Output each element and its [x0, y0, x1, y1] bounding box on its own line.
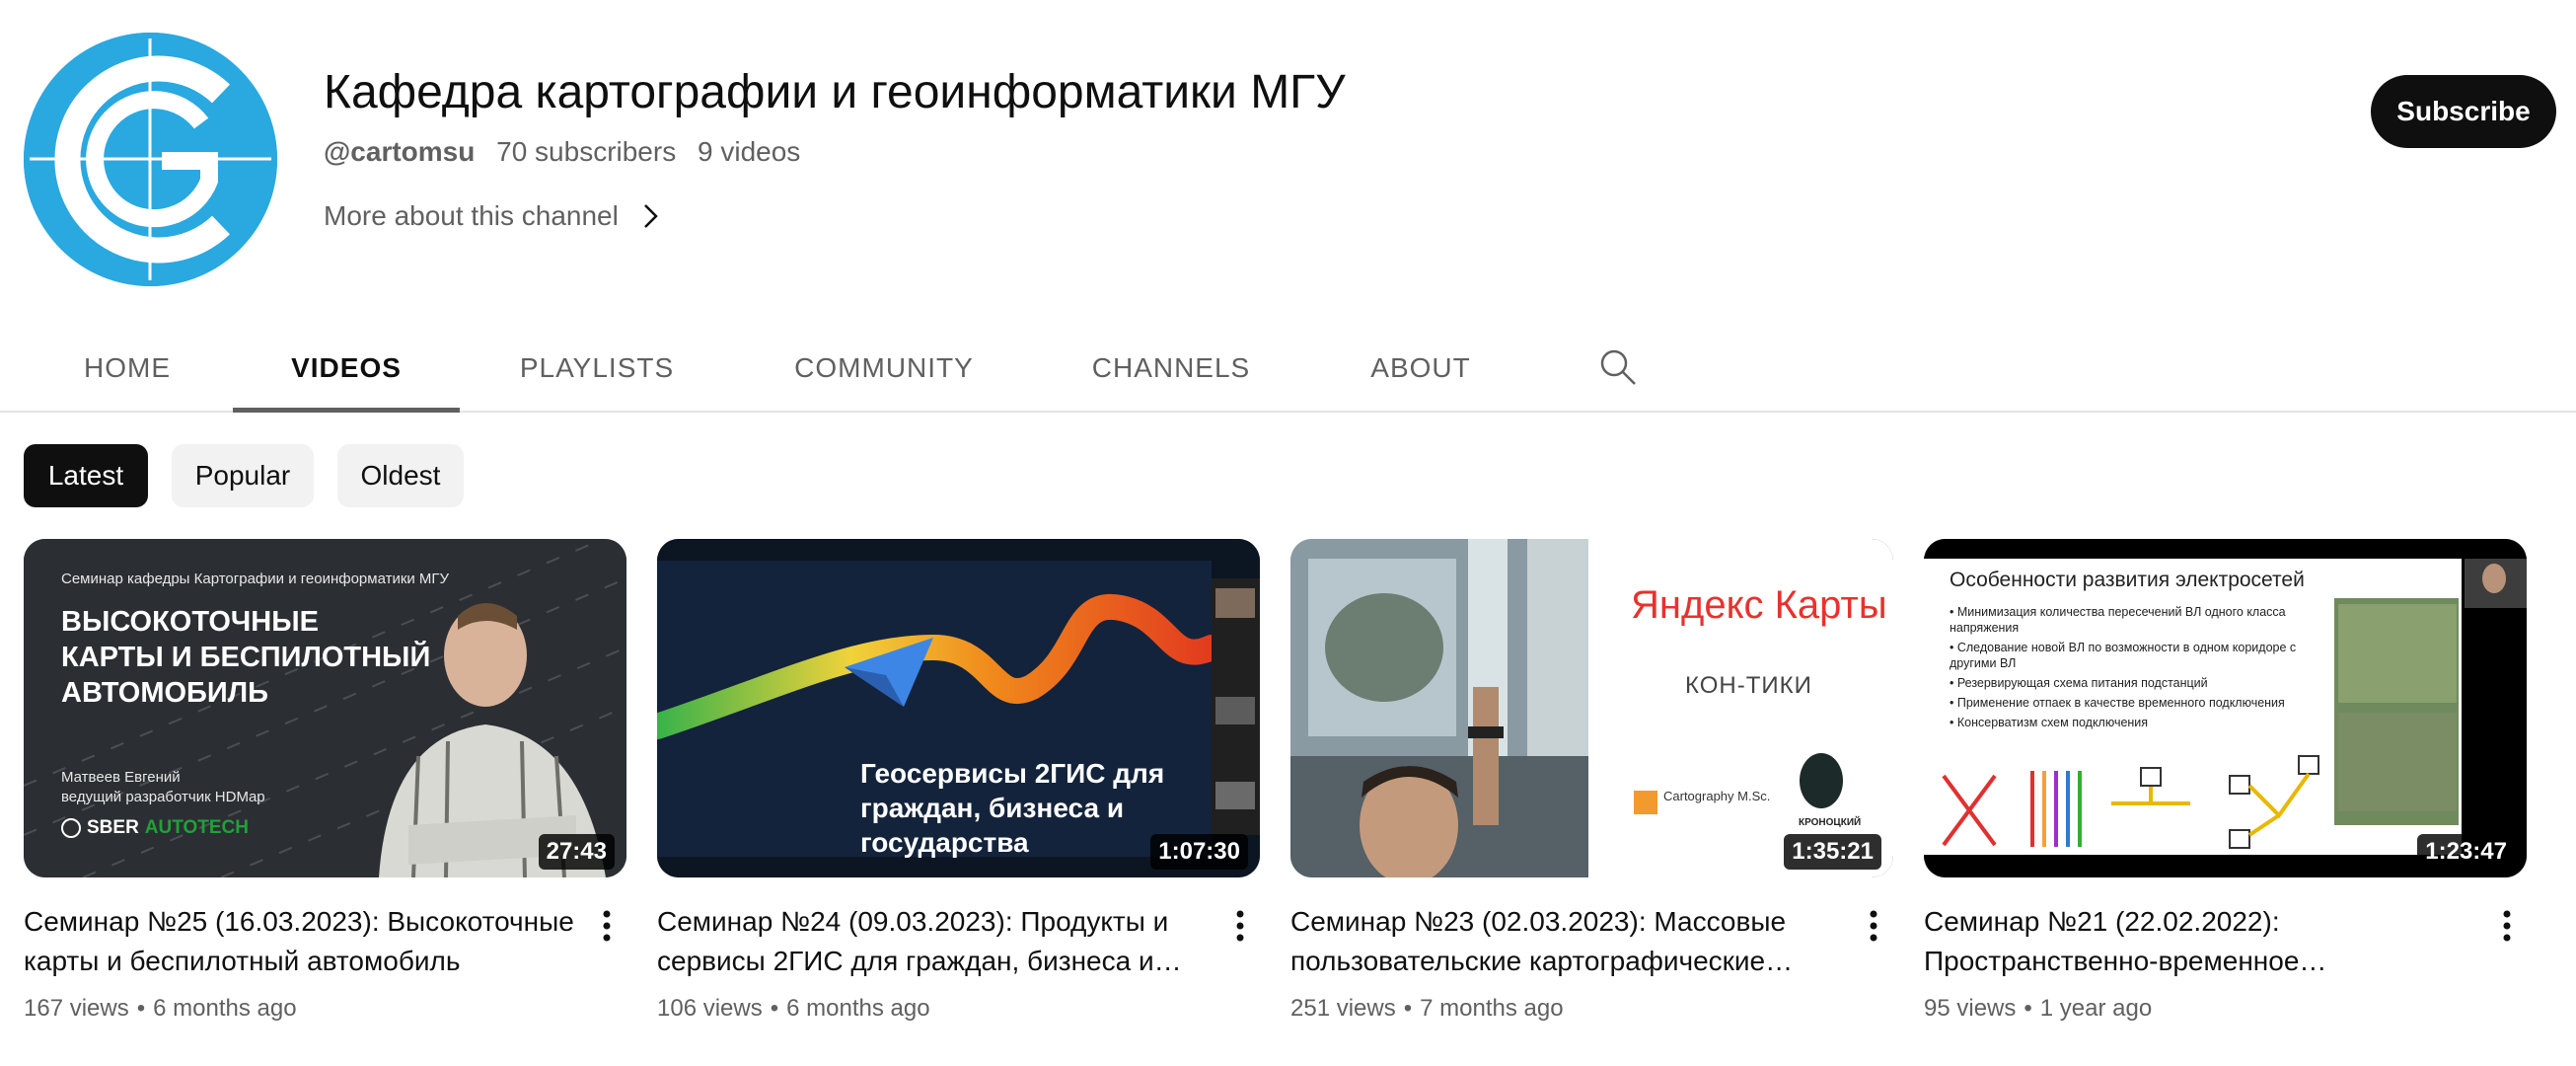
slide-bullet: • Резервирующая схема питания подстанций	[1950, 676, 2208, 690]
thumb-speaker: Матвеев Евгений ведущий разработчик HDMa…	[61, 768, 265, 807]
view-count: 251 views	[1290, 995, 1396, 1022]
subscriber-count: 70 subscribers	[496, 136, 677, 167]
video-duration: 1:23:47	[2417, 834, 2515, 870]
upload-age: 6 months ago	[786, 995, 930, 1022]
speaker-role: ведущий разработчик HDMap	[61, 789, 265, 805]
video-title[interactable]: Семинар №24 (09.03.2023): Продукты и сер…	[657, 902, 1210, 981]
video-duration: 27:43	[538, 834, 615, 870]
tab-videos-label: VIDEOS	[291, 352, 402, 383]
kronotsky-logo: КРОНОЦКИЙ	[1799, 817, 1862, 828]
thumb-headline-line: ВЫСОКОТОЧНЫЕ	[61, 606, 319, 638]
slide-bullet: • Минимизация количества пересечений ВЛ …	[1950, 605, 2286, 635]
view-count: 106 views	[657, 995, 763, 1022]
active-tab-indicator	[233, 408, 460, 413]
video-duration: 1:35:21	[1784, 834, 1881, 870]
channel-tabs: HOME VIDEOS PLAYLISTS COMMUNITY CHANNELS…	[0, 326, 2576, 413]
video-thumbnail[interactable]: Геосервисы 2ГИС для граждан, бизнеса и г…	[657, 539, 1260, 877]
more-options-icon[interactable]	[1227, 906, 1253, 946]
more-options-icon[interactable]	[2494, 906, 2520, 946]
video-card[interactable]: Геосервисы 2ГИС для граждан, бизнеса и г…	[657, 539, 1260, 1022]
cartography-msc-logo: Cartography M.Sc.	[1663, 789, 1771, 803]
more-about-label: More about this channel	[324, 200, 619, 231]
video-title[interactable]: Семинар №25 (16.03.2023): Высокоточные к…	[24, 902, 576, 981]
more-options-icon[interactable]	[1861, 906, 1886, 946]
slide-heading: Особенности развития электросетей	[1950, 569, 2305, 591]
thumb-header: Семинар кафедры Картографии и геоинформа…	[61, 571, 450, 587]
video-meta: 167 views • 6 months ago	[24, 995, 297, 1023]
more-about-channel-link[interactable]: More about this channel	[324, 200, 662, 232]
view-count: 95 views	[1924, 995, 2017, 1022]
thumb-headline-line: граждан, бизнеса и	[860, 793, 1125, 823]
separator-dot: •	[136, 995, 146, 1022]
check-circle-icon	[61, 818, 81, 838]
thumb-headline-line: государства	[860, 827, 1029, 858]
channel-handle: @cartomsu	[324, 136, 476, 167]
thumb-headline: Геосервисы 2ГИС для граждан, бизнеса и г…	[860, 756, 1164, 860]
thumb-headline-line: Геосервисы 2ГИС для	[860, 758, 1165, 789]
video-meta: 251 views • 7 months ago	[1290, 995, 1564, 1023]
chip-oldest[interactable]: Oldest	[337, 444, 464, 507]
tab-home[interactable]: HOME	[61, 326, 193, 411]
thumb-headline: ВЫСОКОТОЧНЫЕ КАРТЫ И БЕСПИЛОТНЫЙ АВТОМОБ…	[61, 604, 430, 711]
speaker-name: Матвеев Евгений	[61, 769, 181, 786]
video-duration: 1:07:30	[1150, 834, 1248, 870]
chevron-right-icon	[643, 204, 658, 228]
chip-popular[interactable]: Popular	[172, 444, 314, 507]
video-card[interactable]: Яндекс Карты КОН-ТИКИ Cartography M.Sc. …	[1290, 539, 1893, 1022]
video-card[interactable]: Семинар кафедры Картографии и геоинформа…	[24, 539, 626, 1022]
upload-age: 6 months ago	[153, 995, 297, 1022]
video-meta: 106 views • 6 months ago	[657, 995, 930, 1023]
brand-autotech: AUTOTECH	[144, 817, 250, 838]
video-card[interactable]: Особенности развития электросетей • Мини…	[1924, 539, 2527, 1022]
video-thumbnail[interactable]: Яндекс Карты КОН-ТИКИ Cartography M.Sc. …	[1290, 539, 1893, 877]
tab-playlists[interactable]: PLAYLISTS	[503, 326, 691, 411]
yandex-maps-logo: Яндекс Карты	[1631, 583, 1887, 628]
channel-title: Кафедра картографии и геоинформатики МГУ	[324, 66, 1346, 118]
yandex-maps-brand: Яндекс Карты	[1631, 583, 1887, 627]
video-title[interactable]: Семинар №21 (22.02.2022): Пространственн…	[1924, 902, 2476, 981]
tab-community[interactable]: COMMUNITY	[779, 326, 989, 411]
video-meta: 95 views • 1 year ago	[1924, 995, 2152, 1023]
video-thumbnail[interactable]: Семинар кафедры Картографии и геоинформа…	[24, 539, 626, 877]
kontiki-logo: КОН-ТИКИ	[1685, 672, 1812, 699]
upload-age: 7 months ago	[1420, 995, 1564, 1022]
view-count: 167 views	[24, 995, 129, 1022]
sber-autotech-logo: SBER AUTOTECH	[61, 817, 249, 839]
channel-avatar[interactable]	[24, 33, 277, 286]
more-options-icon[interactable]	[594, 906, 620, 946]
channel-logo-icon	[24, 33, 277, 286]
slide-bullet: • Консерватизм схем подключения	[1950, 716, 2149, 729]
search-icon[interactable]	[1596, 345, 1640, 389]
chip-latest[interactable]: Latest	[24, 444, 148, 507]
separator-dot: •	[2024, 995, 2032, 1022]
slide-bullet: • Применение отпаек в качестве временног…	[1950, 696, 2285, 710]
slide-bullet: • Следование новой ВЛ по возможности в о…	[1950, 641, 2297, 670]
video-title[interactable]: Семинар №23 (02.03.2023): Массовые польз…	[1290, 902, 1843, 981]
channel-meta: @cartomsu 70 subscribers 9 videos	[324, 136, 814, 168]
upload-age: 1 year ago	[2039, 995, 2153, 1022]
thumb-headline-line: КАРТЫ И БЕСПИЛОТНЫЙ	[61, 642, 431, 673]
brand-sber: SBER	[87, 817, 139, 838]
separator-dot: •	[770, 995, 779, 1022]
slide-bullets: • Минимизация количества пересечений ВЛ …	[1950, 604, 2334, 730]
video-thumbnail[interactable]: Особенности развития электросетей • Мини…	[1924, 539, 2527, 877]
thumb-headline-line: АВТОМОБИЛЬ	[61, 677, 268, 709]
tab-channels[interactable]: CHANNELS	[1085, 326, 1257, 411]
subscribe-button[interactable]: Subscribe	[2371, 75, 2556, 148]
tab-about[interactable]: ABOUT	[1360, 326, 1482, 411]
separator-dot: •	[1403, 995, 1413, 1022]
tab-videos[interactable]: VIDEOS	[233, 326, 460, 413]
video-count: 9 videos	[698, 136, 801, 167]
